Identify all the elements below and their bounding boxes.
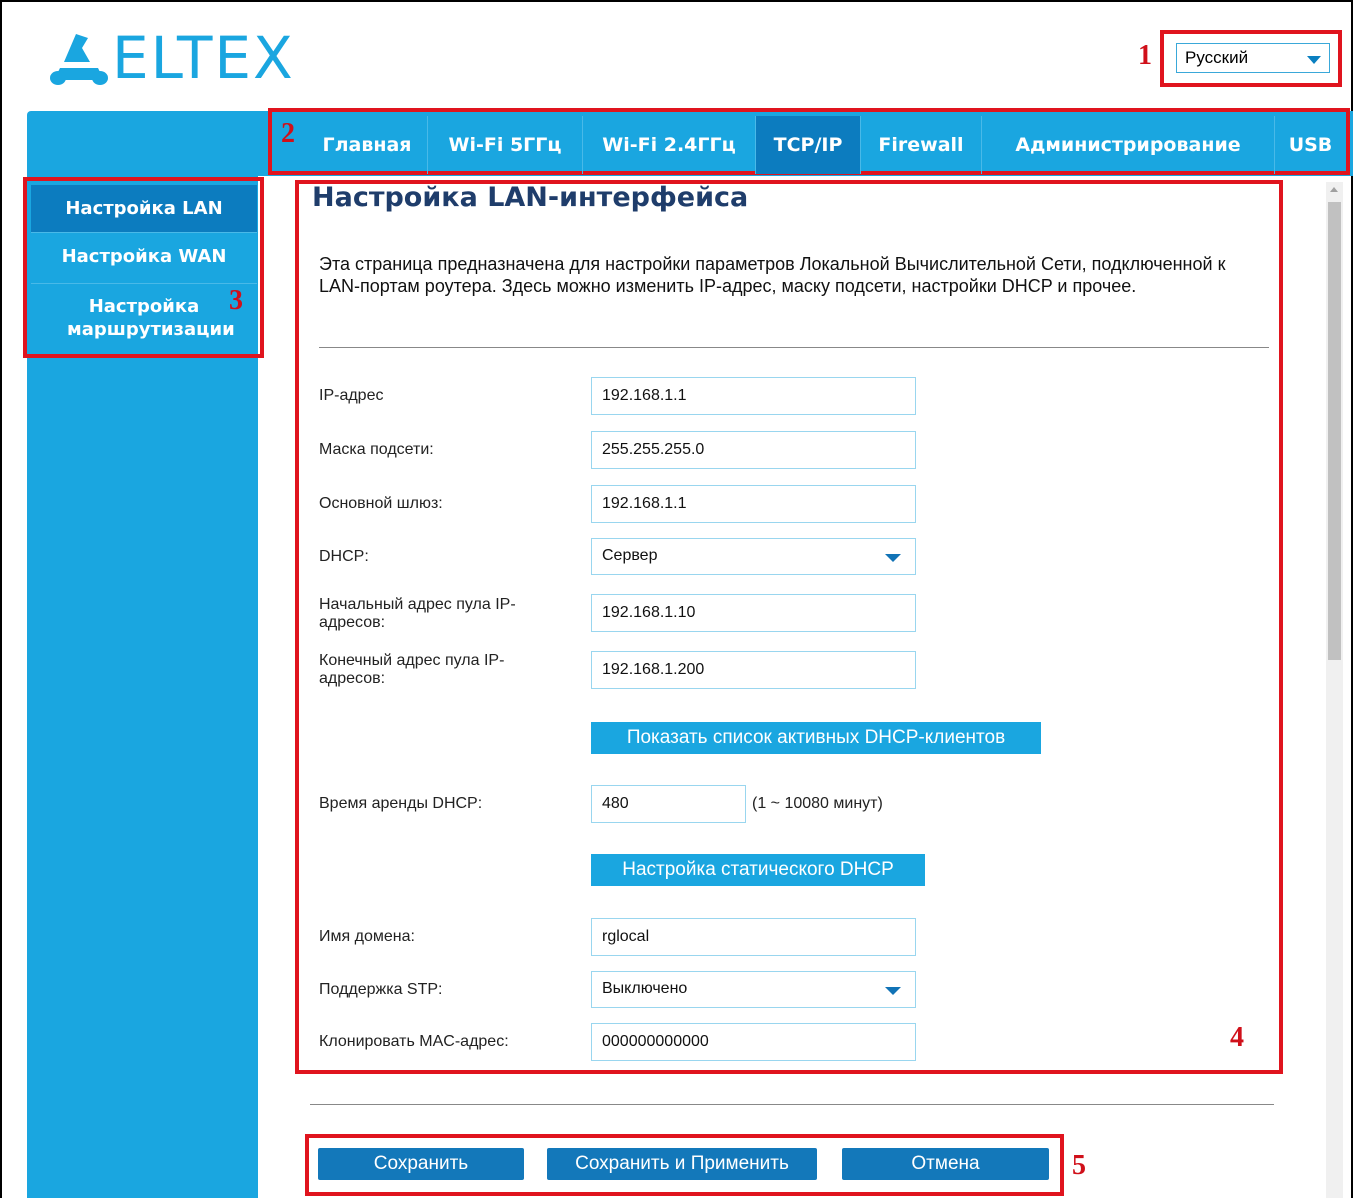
domain-label: Имя домена: bbox=[319, 928, 415, 945]
mac-clone-label: Клонировать MAC-адрес: bbox=[319, 1033, 509, 1050]
domain-input[interactable]: rglocal bbox=[591, 918, 916, 956]
chevron-down-icon bbox=[1307, 56, 1321, 64]
mac-clone-input[interactable]: 000000000000 bbox=[591, 1023, 916, 1061]
divider bbox=[310, 1104, 1274, 1105]
pool-start-label: Начальный адрес пула IP-адресов: bbox=[319, 596, 516, 631]
mask-label: Маска подсети: bbox=[319, 441, 434, 458]
scrollbar[interactable] bbox=[1326, 182, 1343, 1198]
sidebar-item-routing[interactable]: Настройка маршрутизации bbox=[31, 295, 257, 345]
gateway-label: Основной шлюз: bbox=[319, 495, 443, 512]
pool-end-label: Конечный адрес пула IP-адресов: bbox=[319, 652, 505, 687]
show-dhcp-clients-button[interactable]: Показать список активных DHCP-клиентов bbox=[591, 722, 1041, 754]
gateway-input[interactable]: 192.168.1.1 bbox=[591, 485, 916, 523]
pool-end-input[interactable]: 192.168.1.200 bbox=[591, 651, 916, 689]
tab-home[interactable]: Главная bbox=[307, 116, 428, 174]
static-dhcp-button[interactable]: Настройка статического DHCP bbox=[591, 854, 925, 886]
stp-select[interactable]: Выключено bbox=[591, 971, 916, 1008]
lease-time-input[interactable]: 480 bbox=[591, 785, 746, 823]
sidebar-item-wan[interactable]: Настройка WAN bbox=[31, 233, 257, 283]
language-select[interactable]: Русский bbox=[1176, 43, 1330, 73]
eltex-logo-icon bbox=[50, 34, 108, 85]
marker-1: 1 bbox=[1138, 40, 1152, 71]
save-button[interactable]: Сохранить bbox=[318, 1148, 524, 1180]
tab-tcp-ip[interactable]: TCP/IP bbox=[756, 116, 861, 174]
sidebar-highlight: Настройка LAN Настройка WAN Настройка ма… bbox=[23, 177, 264, 358]
page-title: Настройка LAN-интерфейса bbox=[312, 182, 749, 213]
dhcp-label: DHCP: bbox=[319, 548, 369, 565]
stp-select-value: Выключено bbox=[602, 980, 688, 997]
sidebar-divider bbox=[31, 283, 257, 284]
logo-text: ELTEX bbox=[112, 24, 295, 92]
cancel-button[interactable]: Отмена bbox=[842, 1148, 1049, 1180]
stp-label: Поддержка STP: bbox=[319, 981, 443, 998]
scroll-up-icon[interactable] bbox=[1330, 187, 1338, 192]
ip-label: IP-адрес bbox=[319, 387, 384, 404]
marker-4: 4 bbox=[1230, 1022, 1244, 1053]
language-highlight: Русский bbox=[1160, 30, 1342, 87]
nav-tabs-highlight: Главная Wi-Fi 5ГГц Wi-Fi 2.4ГГц TCP/IP F… bbox=[268, 108, 1350, 175]
tab-wifi-5ghz[interactable]: Wi-Fi 5ГГц bbox=[428, 116, 583, 174]
tab-administration[interactable]: Администрирование bbox=[982, 116, 1275, 174]
ip-address-input[interactable]: 192.168.1.1 bbox=[591, 377, 916, 415]
page-description: Эта страница предназначена для настройки… bbox=[319, 254, 1226, 296]
save-apply-button[interactable]: Сохранить и Применить bbox=[547, 1148, 817, 1180]
divider bbox=[319, 347, 1269, 348]
dhcp-select-value: Сервер bbox=[602, 547, 658, 564]
chevron-down-icon bbox=[885, 987, 901, 995]
pool-start-input[interactable]: 192.168.1.10 bbox=[591, 594, 916, 632]
lease-time-hint: (1 ~ 10080 минут) bbox=[752, 795, 883, 812]
chevron-down-icon bbox=[885, 554, 901, 562]
language-value: Русский bbox=[1185, 48, 1249, 67]
tab-wifi-24ghz[interactable]: Wi-Fi 2.4ГГц bbox=[583, 116, 756, 174]
scrollbar-thumb[interactable] bbox=[1328, 202, 1341, 660]
marker-5: 5 bbox=[1072, 1150, 1086, 1181]
eltex-logo: ELTEX bbox=[50, 28, 295, 88]
tab-usb[interactable]: USB bbox=[1275, 116, 1346, 174]
lease-time-label: Время аренды DHCP: bbox=[319, 795, 483, 812]
sidebar-item-lan[interactable]: Настройка LAN bbox=[31, 185, 257, 232]
tab-firewall[interactable]: Firewall bbox=[861, 116, 982, 174]
subnet-mask-input[interactable]: 255.255.255.0 bbox=[591, 431, 916, 469]
marker-3: 3 bbox=[229, 285, 243, 316]
dhcp-select[interactable]: Сервер bbox=[591, 538, 916, 575]
